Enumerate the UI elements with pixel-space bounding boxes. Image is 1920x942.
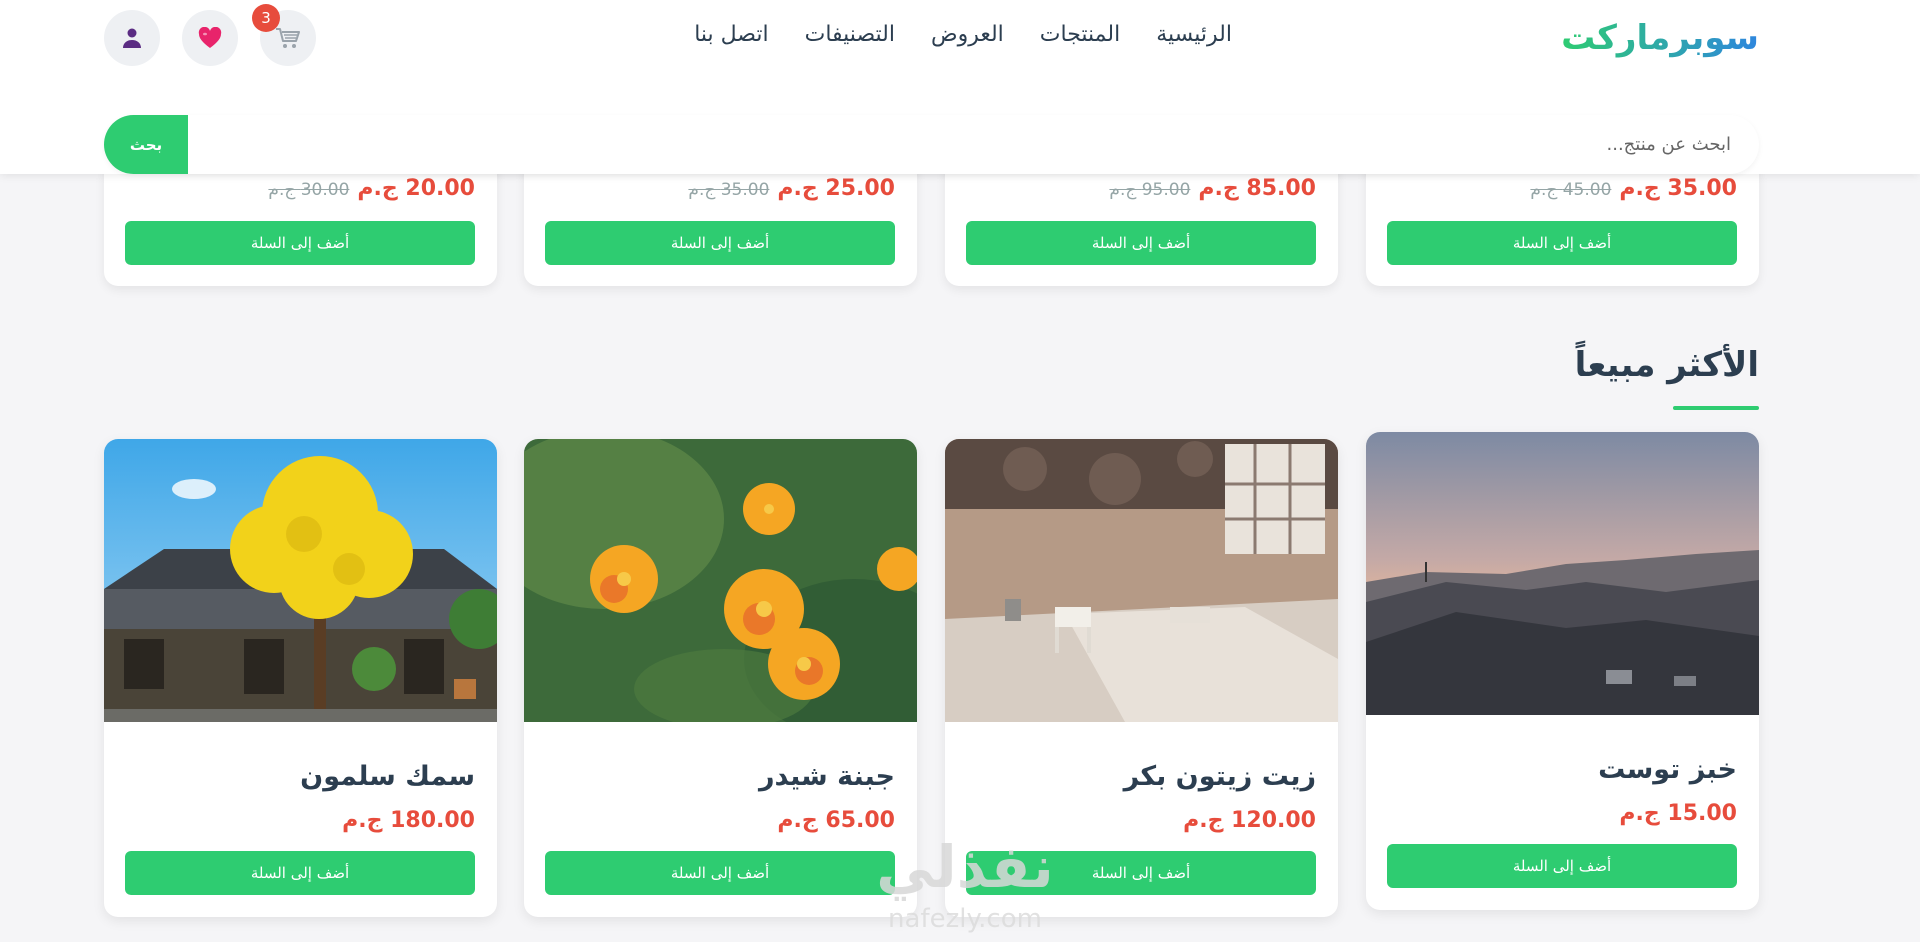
site-logo[interactable]: سوبرماركت <box>1561 18 1759 58</box>
price-row: 20.00 ج.م 30.00 ج.م <box>268 176 475 201</box>
product-image[interactable] <box>104 439 497 722</box>
add-to-cart-button[interactable]: أضف إلى السلة <box>545 221 895 265</box>
product-old-price: 30.00 ج.م <box>268 180 350 200</box>
cart-icon <box>276 28 300 48</box>
nav-offers[interactable]: العروض <box>931 22 1004 47</box>
product-card: خبز توست 15.00 ج.م أضف إلى السلة <box>1366 432 1759 910</box>
product-old-price: 45.00 ج.م <box>1530 180 1612 200</box>
account-button[interactable] <box>104 10 160 66</box>
site-header: سوبرماركت الرئيسية المنتجات العروض التصن… <box>0 0 1920 174</box>
nav-contact[interactable]: اتصل بنا <box>694 22 768 47</box>
product-name[interactable]: سمك سلمون <box>300 761 475 792</box>
price-row: 25.00 ج.م 35.00 ج.م <box>688 176 895 201</box>
product-name[interactable]: زيت زيتون بكر <box>1124 761 1316 792</box>
product-price: 35.00 ج.م <box>1619 176 1737 201</box>
main-nav: الرئيسية المنتجات العروض التصنيفات اتصل … <box>694 22 1232 47</box>
product-card: سمك سلمون 180.00 ج.م أضف إلى السلة <box>104 439 497 917</box>
product-price: 120.00 ج.م <box>1183 808 1316 833</box>
add-to-cart-button[interactable]: أضف إلى السلة <box>1387 221 1737 265</box>
header-actions: 3 <box>104 4 316 66</box>
add-to-cart-button[interactable]: أضف إلى السلة <box>125 221 475 265</box>
product-card: جبنة شيدر 65.00 ج.م أضف إلى السلة <box>524 439 917 917</box>
add-to-cart-button[interactable]: أضف إلى السلة <box>966 221 1316 265</box>
product-name[interactable]: خبز توست <box>1598 754 1737 785</box>
product-price: 85.00 ج.م <box>1198 176 1316 201</box>
section-title: الأكثر مبيعاً <box>1574 345 1759 385</box>
product-price: 15.00 ج.م <box>1619 801 1737 826</box>
search-input[interactable] <box>189 115 1759 174</box>
product-image[interactable] <box>1366 432 1759 715</box>
product-image[interactable] <box>524 439 917 722</box>
product-name[interactable]: جبنة شيدر <box>759 761 895 792</box>
add-to-cart-button[interactable]: أضف إلى السلة <box>125 851 475 895</box>
add-to-cart-button[interactable]: أضف إلى السلة <box>545 851 895 895</box>
search-button[interactable]: بحث <box>104 115 188 174</box>
cart-button[interactable]: 3 <box>252 4 316 66</box>
heart-icon <box>198 27 222 48</box>
cart-count-badge: 3 <box>252 4 280 32</box>
product-card: زيت زيتون بكر 120.00 ج.م أضف إلى السلة <box>945 439 1338 917</box>
product-price: 20.00 ج.م <box>357 176 475 201</box>
product-price: 25.00 ج.م <box>777 176 895 201</box>
add-to-cart-button[interactable]: أضف إلى السلة <box>1387 844 1737 888</box>
product-price: 180.00 ج.م <box>342 808 475 833</box>
search-bar: بحث <box>104 115 1759 174</box>
add-to-cart-button[interactable]: أضف إلى السلة <box>966 851 1316 895</box>
section-title-underline <box>1673 406 1759 410</box>
price-row: 85.00 ج.م 95.00 ج.م <box>1109 176 1316 201</box>
user-icon <box>123 28 141 48</box>
product-old-price: 35.00 ج.م <box>688 180 770 200</box>
price-row: 35.00 ج.م 45.00 ج.م <box>1530 176 1737 201</box>
product-old-price: 95.00 ج.م <box>1109 180 1191 200</box>
product-image[interactable] <box>945 439 1338 722</box>
wishlist-button[interactable] <box>182 10 238 66</box>
product-price: 65.00 ج.م <box>777 808 895 833</box>
nav-products[interactable]: المنتجات <box>1040 22 1120 47</box>
nav-home[interactable]: الرئيسية <box>1156 22 1232 47</box>
nav-categories[interactable]: التصنيفات <box>805 22 895 47</box>
